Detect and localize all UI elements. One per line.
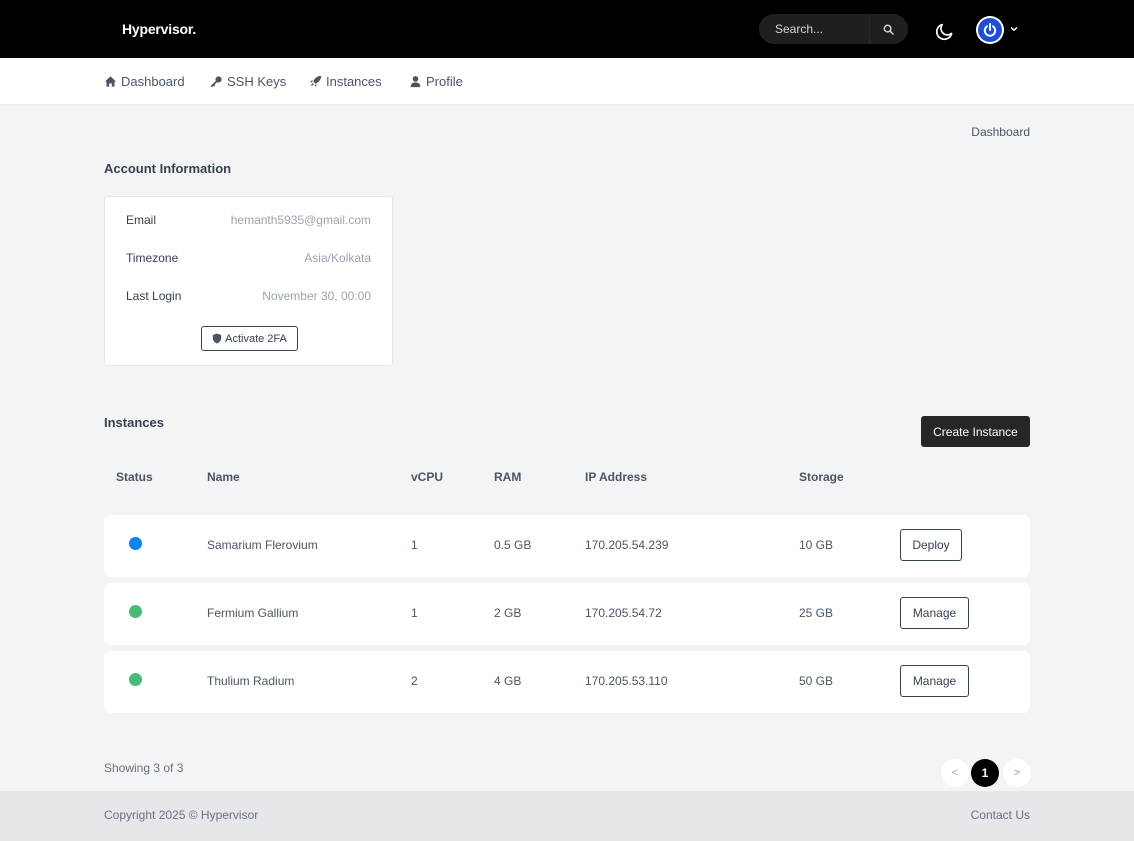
account-row-timezone: Timezone Asia/Kolkata: [126, 251, 371, 267]
nav-label: Profile: [426, 74, 463, 89]
instance-ram: 0.5 GB: [494, 538, 532, 552]
instance-name: Thulium Radium: [207, 674, 295, 688]
deploy-button[interactable]: Deploy: [900, 529, 962, 561]
status-indicator: [129, 605, 142, 618]
status-indicator: [129, 537, 142, 550]
search-box: [759, 14, 908, 44]
instance-storage: 25 GB: [799, 606, 834, 620]
column-header-name: Name: [207, 470, 240, 484]
instance-name: Fermium Gallium: [207, 606, 299, 620]
search-divider: [869, 14, 870, 44]
key-icon: [210, 76, 222, 88]
nav-item-dashboard[interactable]: Dashboard: [104, 74, 185, 89]
nav-label: Dashboard: [121, 74, 185, 89]
search-button[interactable]: [877, 19, 899, 39]
nav-label: Instances: [326, 74, 382, 89]
brand-logo[interactable]: Hypervisor.: [122, 21, 196, 37]
column-header-ram: RAM: [494, 470, 522, 484]
top-bar: Hypervisor.: [0, 0, 1134, 58]
nav-label: SSH Keys: [227, 74, 287, 89]
manage-button[interactable]: Manage: [900, 597, 969, 629]
table-row: Fermium Gallium 1 2 GB 170.205.54.72 25 …: [104, 583, 1030, 645]
instance-vcpu: 2: [411, 674, 418, 688]
instance-vcpu: 1: [411, 606, 418, 620]
nav-bar: Dashboard SSH Keys Instances Profile: [0, 58, 1134, 104]
nav-item-profile[interactable]: Profile: [409, 74, 463, 89]
instance-ram: 4 GB: [494, 674, 522, 688]
column-header-vcpu: vCPU: [411, 470, 444, 484]
account-row-email: Email hemanth5935@gmail.com: [126, 213, 371, 229]
activate-2fa-label: Activate 2FA: [225, 332, 287, 345]
pagination-page-current[interactable]: 1: [971, 759, 999, 787]
showing-count: Showing 3 of 3: [104, 761, 184, 775]
instance-name: Samarium Flerovium: [207, 538, 318, 552]
account-row-last-login: Last Login November 30, 00:00: [126, 289, 371, 305]
user-icon: [410, 76, 421, 88]
account-label: Email: [126, 213, 157, 227]
table-row: Thulium Radium 2 4 GB 170.205.53.110 50 …: [104, 651, 1030, 713]
activate-2fa-button[interactable]: Activate 2FA: [201, 326, 298, 351]
pagination-prev-button[interactable]: <: [941, 759, 969, 787]
column-header-storage: Storage: [799, 470, 844, 484]
account-value: Asia/Kolkata: [304, 251, 371, 265]
account-value: hemanth5935@gmail.com: [230, 213, 371, 227]
power-icon: [983, 23, 997, 37]
breadcrumb[interactable]: Dashboard: [971, 125, 1030, 139]
avatar-badge: [978, 18, 1002, 42]
shield-icon: [212, 333, 222, 344]
account-card: Email hemanth5935@gmail.com Timezone Asi…: [104, 196, 393, 366]
column-header-ip: IP Address: [585, 470, 648, 484]
instance-vcpu: 1: [411, 538, 418, 552]
instance-ip: 170.205.54.72: [585, 606, 662, 620]
account-label: Timezone: [126, 251, 179, 265]
instance-ram: 2 GB: [494, 606, 522, 620]
copyright-text: Copyright 2025 © Hypervisor: [104, 808, 259, 822]
table-row: Samarium Flerovium 1 0.5 GB 170.205.54.2…: [104, 515, 1030, 577]
pagination-next-button[interactable]: >: [1003, 759, 1031, 787]
instances-section-title: Instances: [104, 415, 164, 430]
account-section-title: Account Information: [104, 161, 232, 176]
status-indicator: [129, 673, 142, 686]
moon-icon[interactable]: [934, 20, 956, 42]
rocket-icon: [310, 75, 322, 87]
search-icon: [883, 24, 894, 35]
footer: Copyright 2025 © Hypervisor Contact Us: [0, 791, 1134, 841]
column-header-status: Status: [116, 470, 153, 484]
nav-item-ssh-keys[interactable]: SSH Keys: [210, 74, 286, 89]
instance-ip: 170.205.54.239: [585, 538, 669, 552]
create-instance-button[interactable]: Create Instance: [921, 416, 1030, 447]
instance-storage: 50 GB: [799, 674, 834, 688]
search-input[interactable]: [759, 14, 871, 44]
nav-item-instances[interactable]: Instances: [309, 74, 382, 89]
manage-button[interactable]: Manage: [900, 665, 969, 697]
account-label: Last Login: [126, 289, 182, 303]
avatar[interactable]: [976, 16, 1004, 44]
instance-storage: 10 GB: [799, 538, 834, 552]
instance-ip: 170.205.53.110: [585, 674, 668, 688]
account-value: November 30, 00:00: [262, 289, 371, 303]
home-icon: [104, 76, 117, 87]
chevron-down-icon[interactable]: [1009, 24, 1019, 34]
contact-us-link[interactable]: Contact Us: [971, 808, 1030, 822]
